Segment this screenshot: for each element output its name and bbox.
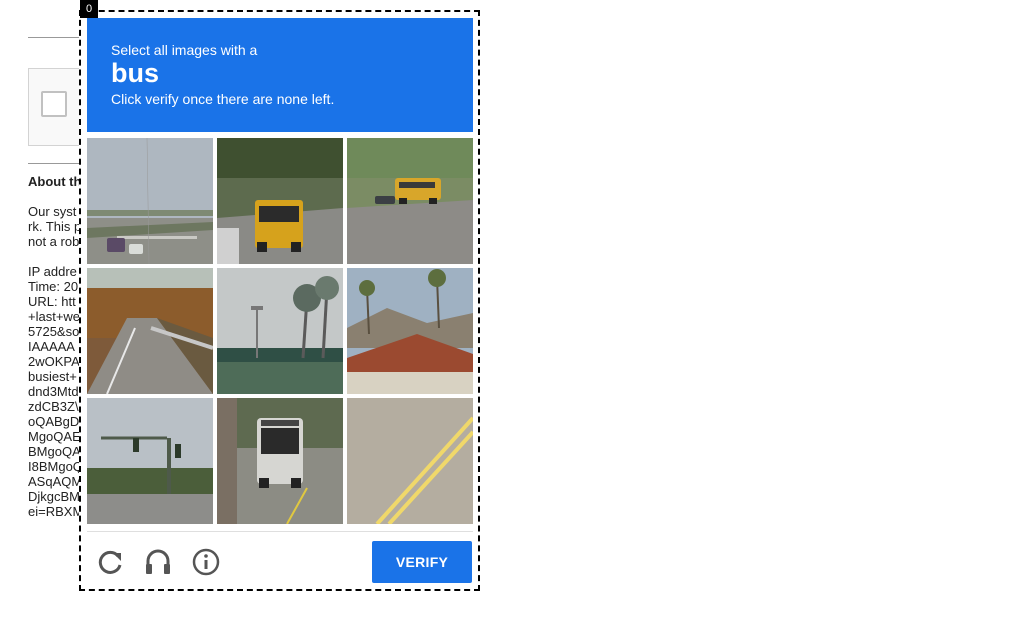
image-tile-6[interactable] [347, 268, 473, 394]
reload-icon[interactable] [93, 545, 127, 579]
recaptcha-checkbox[interactable] [41, 91, 67, 117]
verify-button[interactable]: Verify [372, 541, 472, 583]
image-tile-3[interactable] [347, 138, 473, 264]
target-keyword: bus [111, 58, 160, 88]
image-grid [87, 138, 473, 524]
headphones-icon[interactable] [141, 545, 175, 579]
image-tile-1[interactable] [87, 138, 213, 264]
image-tile-7[interactable] [87, 398, 213, 524]
instruction-text: Select all images with a [111, 42, 258, 58]
challenge-header: Select all images with a bus Click verif… [87, 18, 473, 132]
image-tile-9[interactable] [347, 398, 473, 524]
image-tile-2[interactable] [217, 138, 343, 264]
frame-index-badge: 0 [80, 0, 98, 18]
instruction-subtext: Click verify once there are none left. [111, 91, 335, 107]
image-tile-5[interactable] [217, 268, 343, 394]
image-tile-4[interactable] [87, 268, 213, 394]
image-tile-8[interactable] [217, 398, 343, 524]
info-icon[interactable] [189, 545, 223, 579]
footer-divider [87, 531, 473, 532]
